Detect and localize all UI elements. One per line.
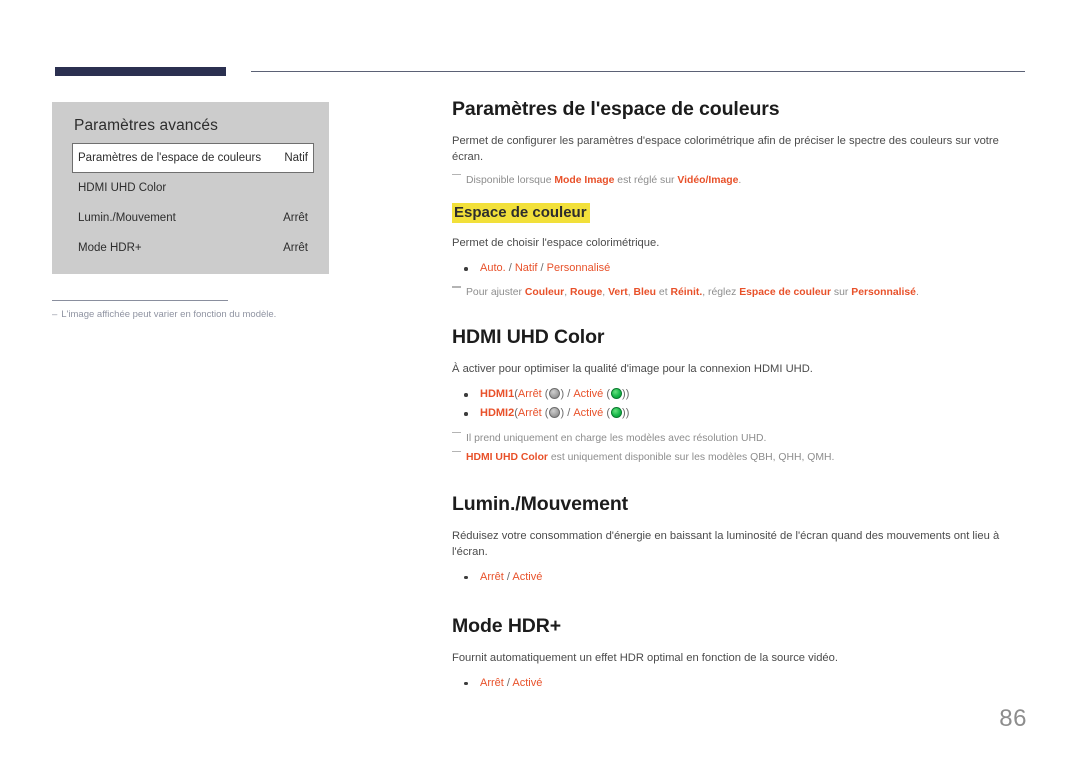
option-list-item: Arrêt / Activé [452, 674, 1024, 693]
note-term-espace-de-couleur: Espace de couleur [739, 287, 832, 299]
note-sep: , réglez [702, 287, 740, 299]
paren-close: ) [625, 407, 630, 420]
bullet-icon [464, 681, 468, 686]
osd-menu-item-label: Lumin./Mouvement [78, 212, 176, 224]
toggle-off-icon [548, 387, 560, 399]
note-lead: Pour ajuster [466, 287, 525, 299]
option-natif: Natif [514, 262, 538, 275]
section-title-lumin-mouvement: Lumin./Mouvement [452, 492, 629, 515]
option-hdmi1-off-label: Arrêt [517, 388, 542, 401]
note-term-video-image: Vidéo/Image [677, 174, 739, 186]
option-list-hdmi-uhd-color: HDMI1(Arrêt () / Activé ()) HDMI2(Arrêt … [452, 385, 1024, 424]
note-dash-icon [452, 431, 461, 434]
toggle-on-icon [610, 387, 622, 399]
osd-menu-item-lumin-mouvement[interactable]: Lumin./Mouvement Arrêt [73, 203, 313, 233]
bullet-icon [464, 575, 468, 580]
note-dash-icon [452, 286, 461, 288]
note-sep: et [656, 287, 671, 299]
section-mode-hdr-plus: Mode HDR+ Fournit automatiquement un eff… [452, 615, 1024, 693]
toggle-on-icon [610, 406, 622, 418]
option-active: Activé [512, 570, 543, 583]
option-list-espace-de-couleur: Auto. / Natif / Personnalisé [452, 259, 1024, 278]
option-arret: Arrêt [480, 676, 504, 689]
option-hdmi1-on-label: Activé [573, 388, 604, 401]
section-description: Réduisez votre consommation d'énergie en… [452, 529, 1000, 558]
header-accent-bar [55, 67, 226, 76]
section-title-color-space-settings: Paramètres de l'espace de couleurs [452, 98, 780, 120]
osd-footnote-divider [52, 300, 228, 301]
note-mode-image: Disponible lorsque Mode Image est réglé … [452, 173, 1024, 188]
option-arret: Arrêt [480, 570, 504, 583]
note-term-rouge: Rouge [569, 287, 603, 299]
paren-close: ) [625, 388, 630, 401]
osd-menu-item-color-space-settings[interactable]: Paramètres de l'espace de couleurs Natif [72, 143, 314, 173]
option-list-item: HDMI1(Arrêt () / Activé ()) [452, 385, 1024, 404]
note-mid: est réglé sur [614, 174, 678, 186]
osd-menu-item-value: Arrêt [283, 212, 308, 224]
page-header-rule [55, 67, 1025, 76]
note-text: Il prend uniquement en charge les modèle… [466, 432, 767, 444]
option-auto: Auto. [480, 262, 506, 275]
option-list-item: HDMI2(Arrêt () / Activé ()) [452, 404, 1024, 423]
note-lead: Disponible lorsque [466, 174, 555, 186]
toggle-off-icon [548, 406, 560, 418]
osd-menu-item-value: Natif [284, 152, 308, 164]
note-pour-ajuster: Pour ajuster Couleur, Rouge, Vert, Bleu … [452, 286, 1024, 300]
bullet-icon [464, 267, 468, 271]
section-title-mode-hdr-plus: Mode HDR+ [452, 614, 562, 637]
note-uhd-resolution: Il prend uniquement en charge les modèle… [452, 431, 1024, 446]
header-thin-line [251, 71, 1025, 72]
osd-panel-title: Paramètres avancés [74, 117, 218, 134]
osd-menu-list: Paramètres de l'espace de couleurs Natif… [72, 143, 314, 263]
osd-menu-item-label: Paramètres de l'espace de couleurs [78, 152, 262, 164]
section-color-space-settings: Paramètres de l'espace de couleurs Perme… [452, 98, 1024, 300]
osd-footnote: – L'image affichée peut varier en fonctio… [52, 309, 352, 320]
osd-menu-item-label: HDMI UHD Color [78, 182, 167, 194]
section-lumin-mouvement: Lumin./Mouvement Réduisez votre consomma… [452, 493, 1024, 587]
note-tail: est uniquement disponible sur les modèle… [547, 451, 835, 463]
note-sep: sur [831, 287, 852, 299]
note-hdmi-uhd-models: HDMI UHD Color est uniquement disponible… [452, 450, 1024, 465]
note-term-reinit: Réinit. [670, 287, 703, 299]
note-term-mode-image: Mode Image [554, 174, 615, 186]
note-term-hdmi-uhd-color: HDMI UHD Color [466, 451, 548, 463]
section-description: À activer pour optimiser la qualité d'im… [452, 363, 813, 376]
section-description: Fournit automatiquement un effet HDR opt… [452, 651, 838, 664]
option-list-lumin-mouvement: Arrêt / Activé [452, 568, 1024, 587]
osd-menu-item-hdmi-uhd-color[interactable]: HDMI UHD Color [73, 173, 313, 203]
note-term-bleu: Bleu [633, 287, 657, 299]
bullet-icon [464, 393, 468, 397]
note-term-couleur: Couleur [524, 287, 565, 299]
osd-menu-item-mode-hdr-plus[interactable]: Mode HDR+ Arrêt [73, 233, 313, 263]
section-hdmi-uhd-color: HDMI UHD Color À activer pour optimiser … [452, 326, 1024, 465]
note-tail: . [915, 287, 919, 299]
option-personnalise: Personnalisé [546, 262, 611, 275]
sub-title-espace-de-couleur: Espace de couleur [452, 202, 590, 224]
page-number: 86 [999, 705, 1027, 732]
option-list-item: Arrêt / Activé [452, 568, 1024, 587]
option-list-mode-hdr-plus: Arrêt / Activé [452, 674, 1024, 693]
note-term-personnalise: Personnalisé [851, 287, 916, 299]
note-dash-icon [452, 173, 461, 176]
osd-menu-panel: Paramètres avancés Paramètres de l'espac… [52, 102, 329, 274]
osd-menu-item-value: Arrêt [283, 242, 308, 254]
note-term-vert: Vert [608, 287, 628, 299]
osd-menu-item-label: Mode HDR+ [78, 242, 142, 254]
bullet-icon [464, 412, 468, 416]
note-dash-icon [452, 450, 461, 453]
option-active: Activé [512, 676, 543, 689]
section-description: Permet de configurer les paramètres d'es… [452, 135, 999, 163]
note-tail: . [738, 174, 742, 186]
sub-description: Permet de choisir l'espace colorimétriqu… [452, 237, 660, 250]
option-hdmi2-off-label: Arrêt [517, 407, 542, 420]
option-hdmi1-name: HDMI1 [480, 388, 515, 401]
option-hdmi2-name: HDMI2 [480, 407, 515, 420]
main-content: Paramètres de l'espace de couleurs Perme… [452, 98, 1024, 693]
osd-footnote-text: L'image affichée peut varier en fonction… [61, 309, 277, 320]
section-title-hdmi-uhd-color: HDMI UHD Color [452, 326, 605, 349]
option-list-item: Auto. / Natif / Personnalisé [452, 259, 1024, 278]
osd-footnote-dash: – [52, 309, 58, 320]
option-hdmi2-on-label: Activé [573, 407, 604, 420]
